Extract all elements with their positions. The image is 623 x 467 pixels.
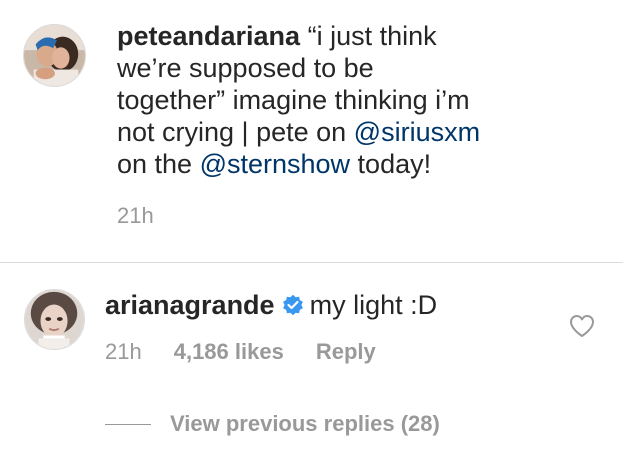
- comment-text: my light :D: [309, 290, 438, 320]
- comment-username[interactable]: arianagrande: [105, 290, 275, 320]
- caption-text-part: today!: [350, 149, 432, 179]
- caption-timestamp: 21h: [117, 203, 154, 228]
- comment-avatar[interactable]: [24, 289, 85, 350]
- caption-text: peteandariana “i just think we’re suppos…: [117, 20, 597, 180]
- mention-siriusxm[interactable]: @siriusxm: [354, 117, 480, 147]
- verified-badge-icon: [282, 294, 304, 316]
- comment-meta: 21h 4,186 likes Reply: [105, 339, 376, 365]
- view-previous-replies-button[interactable]: View previous replies (28): [105, 411, 440, 437]
- heart-outline-icon[interactable]: [569, 314, 595, 338]
- caption-text-part: on the: [117, 149, 193, 179]
- divider: [0, 262, 623, 263]
- post-caption: peteandariana “i just think we’re suppos…: [0, 0, 623, 262]
- view-replies-label: View previous replies (28): [170, 411, 440, 436]
- comment-likes[interactable]: 4,186 likes: [174, 339, 284, 365]
- selfie-avatar: [25, 290, 84, 349]
- mention-sternshow[interactable]: @sternshow: [200, 149, 350, 179]
- comment-body: arianagrande my light :D: [105, 290, 437, 320]
- caption-username[interactable]: peteandariana: [117, 21, 300, 51]
- comment-timestamp: 21h: [105, 339, 142, 364]
- caption-avatar[interactable]: [23, 24, 86, 87]
- couple-photo-avatar: [24, 25, 85, 86]
- reply-button[interactable]: Reply: [316, 339, 376, 365]
- replies-divider-line: [105, 423, 151, 425]
